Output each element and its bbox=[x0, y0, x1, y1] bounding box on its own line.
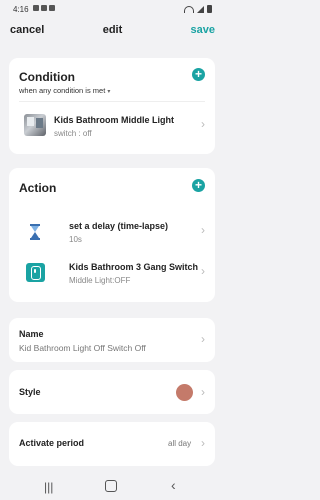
top-bar: cancel edit save bbox=[0, 18, 225, 44]
hourglass-icon bbox=[30, 224, 40, 240]
chevron-down-icon: ▾ bbox=[107, 89, 111, 95]
add-condition-button[interactable]: + bbox=[192, 68, 205, 81]
condition-mode-dropdown[interactable]: when any condition is met ▾ bbox=[19, 86, 110, 95]
switch-icon bbox=[26, 263, 45, 282]
back-icon[interactable]: ‹ bbox=[171, 477, 176, 493]
home-icon[interactable] bbox=[105, 480, 117, 492]
action-switch-name: Kids Bathroom 3 Gang Switch bbox=[69, 262, 199, 272]
activate-period-value: all day bbox=[168, 439, 192, 448]
signal-icon bbox=[197, 5, 204, 13]
action-title: Action bbox=[19, 181, 57, 195]
condition-item[interactable]: Kids Bathroom Middle Light switch : off … bbox=[9, 102, 215, 152]
system-icons bbox=[184, 5, 212, 13]
save-button[interactable]: save bbox=[191, 24, 215, 36]
chevron-right-icon: › bbox=[201, 332, 205, 346]
chevron-right-icon: › bbox=[201, 117, 205, 131]
name-value: Kid Bathroom Light Off Switch Off bbox=[19, 343, 146, 353]
condition-title: Condition bbox=[19, 70, 75, 84]
name-label: Name bbox=[19, 329, 44, 339]
action-item-switch[interactable]: Kids Bathroom 3 Gang Switch Middle Light… bbox=[9, 256, 215, 300]
style-card[interactable]: Style › bbox=[9, 370, 215, 414]
chevron-right-icon: › bbox=[201, 264, 205, 278]
battery-icon bbox=[207, 5, 212, 13]
notification-icon bbox=[49, 5, 55, 11]
status-bar: 4:16 bbox=[0, 0, 225, 18]
condition-card: Condition + when any condition is met ▾ … bbox=[9, 58, 215, 154]
action-switch-detail: Middle Light:OFF bbox=[69, 276, 131, 285]
style-color-swatch bbox=[176, 384, 193, 401]
notification-icon bbox=[41, 5, 47, 11]
chevron-right-icon: › bbox=[201, 223, 205, 237]
notification-icon bbox=[33, 5, 39, 11]
add-action-button[interactable]: + bbox=[192, 179, 205, 192]
action-delay-detail: 10s bbox=[69, 235, 82, 244]
condition-device-detail: switch : off bbox=[54, 129, 92, 138]
action-delay-name: set a delay (time-lapse) bbox=[69, 221, 169, 231]
wifi-icon bbox=[184, 5, 194, 13]
style-label: Style bbox=[19, 387, 41, 397]
name-card[interactable]: Name Kid Bathroom Light Off Switch Off › bbox=[9, 318, 215, 362]
system-nav-bar: ||| ‹ bbox=[0, 472, 225, 500]
condition-mode-label: when any condition is met bbox=[19, 86, 106, 95]
recent-apps-icon[interactable]: ||| bbox=[44, 480, 53, 494]
chevron-right-icon: › bbox=[201, 385, 205, 399]
condition-device-name: Kids Bathroom Middle Light bbox=[54, 115, 174, 125]
action-card: Action + set a delay (time-lapse) 10s › … bbox=[9, 168, 215, 302]
notification-icons bbox=[33, 5, 55, 11]
device-thumbnail-icon bbox=[24, 114, 46, 136]
activate-period-label: Activate period bbox=[19, 438, 85, 448]
action-item-delay[interactable]: set a delay (time-lapse) 10s › bbox=[9, 210, 215, 254]
activate-period-card[interactable]: Activate period all day › bbox=[9, 422, 215, 466]
chevron-right-icon: › bbox=[201, 436, 205, 450]
status-time: 4:16 bbox=[13, 5, 29, 14]
